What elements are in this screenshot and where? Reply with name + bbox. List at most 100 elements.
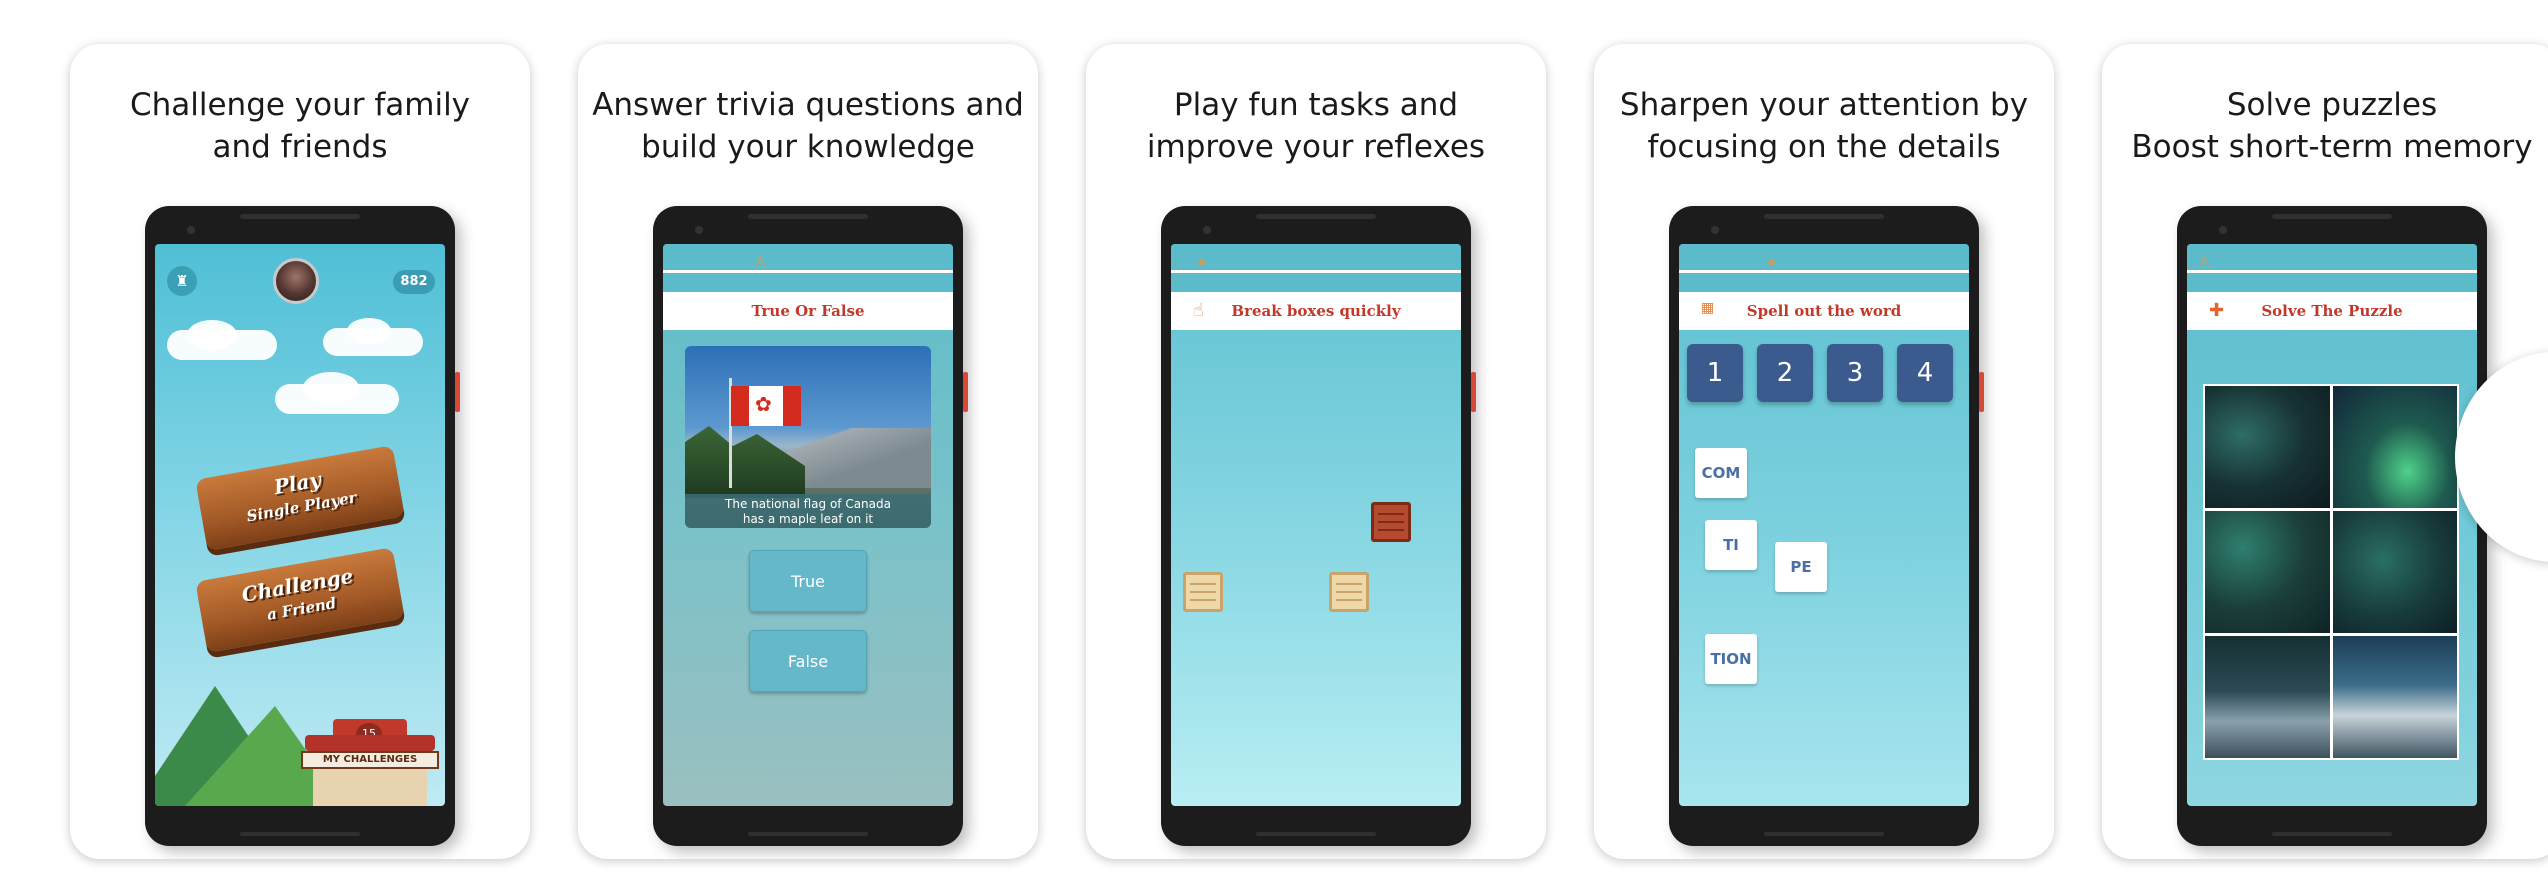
crate-red[interactable] [1371, 502, 1411, 542]
number-slot[interactable]: 3 [1827, 344, 1883, 402]
number-slot[interactable]: 2 [1757, 344, 1813, 402]
progress-track [1679, 270, 1969, 273]
caption-line: Answer trivia questions and [592, 87, 1024, 123]
question-line: has a maple leaf on it [742, 512, 874, 526]
question-line: The national flag of Canada [725, 497, 891, 511]
reflex-screen: ✦ ☝ Break boxes quickly [1171, 244, 1461, 806]
phone-chin [1256, 832, 1376, 836]
leaderboard-icon[interactable]: ♜ [167, 266, 197, 296]
phone-speaker [2272, 214, 2392, 219]
task-title-bar: ☝ Break boxes quickly [1171, 292, 1461, 330]
progress-strip: ✦ [1171, 244, 1461, 292]
caption-line: improve your reflexes [1146, 129, 1486, 165]
my-challenges-sign: MY CHALLENGES [301, 751, 439, 769]
screenshot-gallery: Challenge your family and friends ♜ 882 … [0, 0, 2548, 894]
caption-line: build your knowledge [641, 129, 975, 165]
caption-line: Play fun tasks and [1173, 87, 1459, 123]
phone-chin [748, 832, 868, 836]
question-image: ✿ The national flag of Canada has a mapl… [685, 346, 931, 528]
puzzle-grid [2203, 384, 2459, 760]
avatar[interactable] [273, 258, 319, 304]
question-text: The national flag of Canada has a maple … [685, 494, 931, 528]
caption-line: and friends [212, 129, 388, 165]
play-single-player-button[interactable]: Play Single Player [195, 445, 405, 551]
spelling-screen: ✦ ▦ Spell out the word 1 2 3 4 COM TI PE… [1679, 244, 1969, 806]
caption-line: Challenge your family [129, 87, 471, 123]
phone-side-button [963, 372, 968, 412]
phone-camera [2219, 226, 2227, 234]
phone-camera [1203, 226, 1211, 234]
caption-line: Sharpen your attention by [1619, 87, 2029, 123]
task-title: Break boxes quickly [1231, 302, 1401, 320]
phone-speaker [748, 214, 868, 219]
puzzle-piece[interactable] [2205, 636, 2330, 758]
phone-chin [2272, 832, 2392, 836]
syllable-tile[interactable]: TION [1705, 634, 1757, 684]
card-caption: Answer trivia questions and build your k… [578, 84, 1038, 168]
puzzle-piece[interactable] [2332, 386, 2457, 508]
card-caption: Solve puzzles Boost short-term memory [2102, 84, 2548, 168]
progress-strip: ✦ [1679, 244, 1969, 292]
progress-track [663, 270, 953, 273]
runner-icon: ♙ [2197, 253, 2212, 272]
task-title-bar: ▦ Spell out the word [1679, 292, 1969, 330]
my-challenges-building[interactable]: 15 MY CHALLENGES [295, 701, 445, 806]
phone-speaker [1764, 214, 1884, 219]
syllable-tile[interactable]: TI [1705, 520, 1757, 570]
trivia-screen: ♙ True Or False ✿ The national flag of C… [663, 244, 953, 806]
card-caption: Challenge your family and friends [70, 84, 530, 168]
task-title: True Or False [751, 302, 865, 320]
phone-mockup: ♙ True Or False ✿ The national flag of C… [653, 206, 968, 846]
caption-line: Boost short-term memory [2131, 129, 2533, 165]
cloud [303, 372, 359, 404]
runner-icon: ✦ [1195, 253, 1209, 272]
card-caption: Play fun tasks and improve your reflexes [1086, 84, 1546, 168]
canada-flag-icon: ✿ [731, 386, 801, 426]
runner-icon: ♙ [753, 253, 768, 272]
progress-strip: ♙ [2187, 244, 2477, 292]
puzzle-screen: ♙ ✚ Solve The Puzzle [2187, 244, 2477, 806]
phone-chin [240, 832, 360, 836]
puzzle-piece[interactable] [2332, 636, 2457, 758]
crate[interactable] [1183, 572, 1223, 612]
puzzle-piece[interactable] [2332, 511, 2457, 633]
cloud [187, 320, 237, 350]
puzzle-piece[interactable] [2205, 386, 2330, 508]
phone-speaker [1256, 214, 1376, 219]
challenge-friend-button[interactable]: Challenge a Friend [195, 547, 405, 653]
phone-side-button [455, 372, 460, 412]
progress-track [1171, 270, 1461, 273]
cloud [347, 318, 391, 344]
crate[interactable] [1329, 572, 1369, 612]
phone-mockup: ✦ ☝ Break boxes quickly [1161, 206, 1476, 846]
task-title-bar: ✚ Solve The Puzzle [2187, 292, 2477, 330]
card-caption: Sharpen your attention by focusing on th… [1594, 84, 2054, 168]
feature-card-reflexes: Play fun tasks and improve your reflexes… [1086, 44, 1546, 859]
phone-mockup: ♙ ✚ Solve The Puzzle [2177, 206, 2487, 846]
phone-chin [1764, 832, 1884, 836]
syllable-tile[interactable]: COM [1695, 448, 1747, 498]
puzzle-piece[interactable] [2205, 511, 2330, 633]
runner-icon: ✦ [1765, 253, 1779, 272]
feature-card-trivia: Answer trivia questions and build your k… [578, 44, 1038, 859]
false-button[interactable]: False [749, 630, 867, 692]
progress-strip: ♙ [663, 244, 953, 292]
phone-camera [695, 226, 703, 234]
phone-camera [1711, 226, 1719, 234]
home-screen: ♜ 882 Play Single Player Challenge a Fri… [155, 244, 445, 806]
caption-line: focusing on the details [1647, 129, 2001, 165]
syllable-tile[interactable]: PE [1775, 542, 1827, 592]
feature-card-attention: Sharpen your attention by focusing on th… [1594, 44, 2054, 859]
true-button[interactable]: True [749, 550, 867, 612]
number-slot[interactable]: 1 [1687, 344, 1743, 402]
phone-mockup: ✦ ▦ Spell out the word 1 2 3 4 COM TI PE… [1669, 206, 1984, 846]
phone-camera [187, 226, 195, 234]
task-title: Solve The Puzzle [2261, 302, 2403, 320]
progress-track [2187, 270, 2477, 273]
number-slot[interactable]: 4 [1897, 344, 1953, 402]
phone-speaker [240, 214, 360, 219]
phone-side-button [1471, 372, 1476, 412]
caption-line: Solve puzzles [2226, 87, 2438, 123]
task-title-bar: True Or False [663, 292, 953, 330]
task-title: Spell out the word [1746, 302, 1902, 320]
